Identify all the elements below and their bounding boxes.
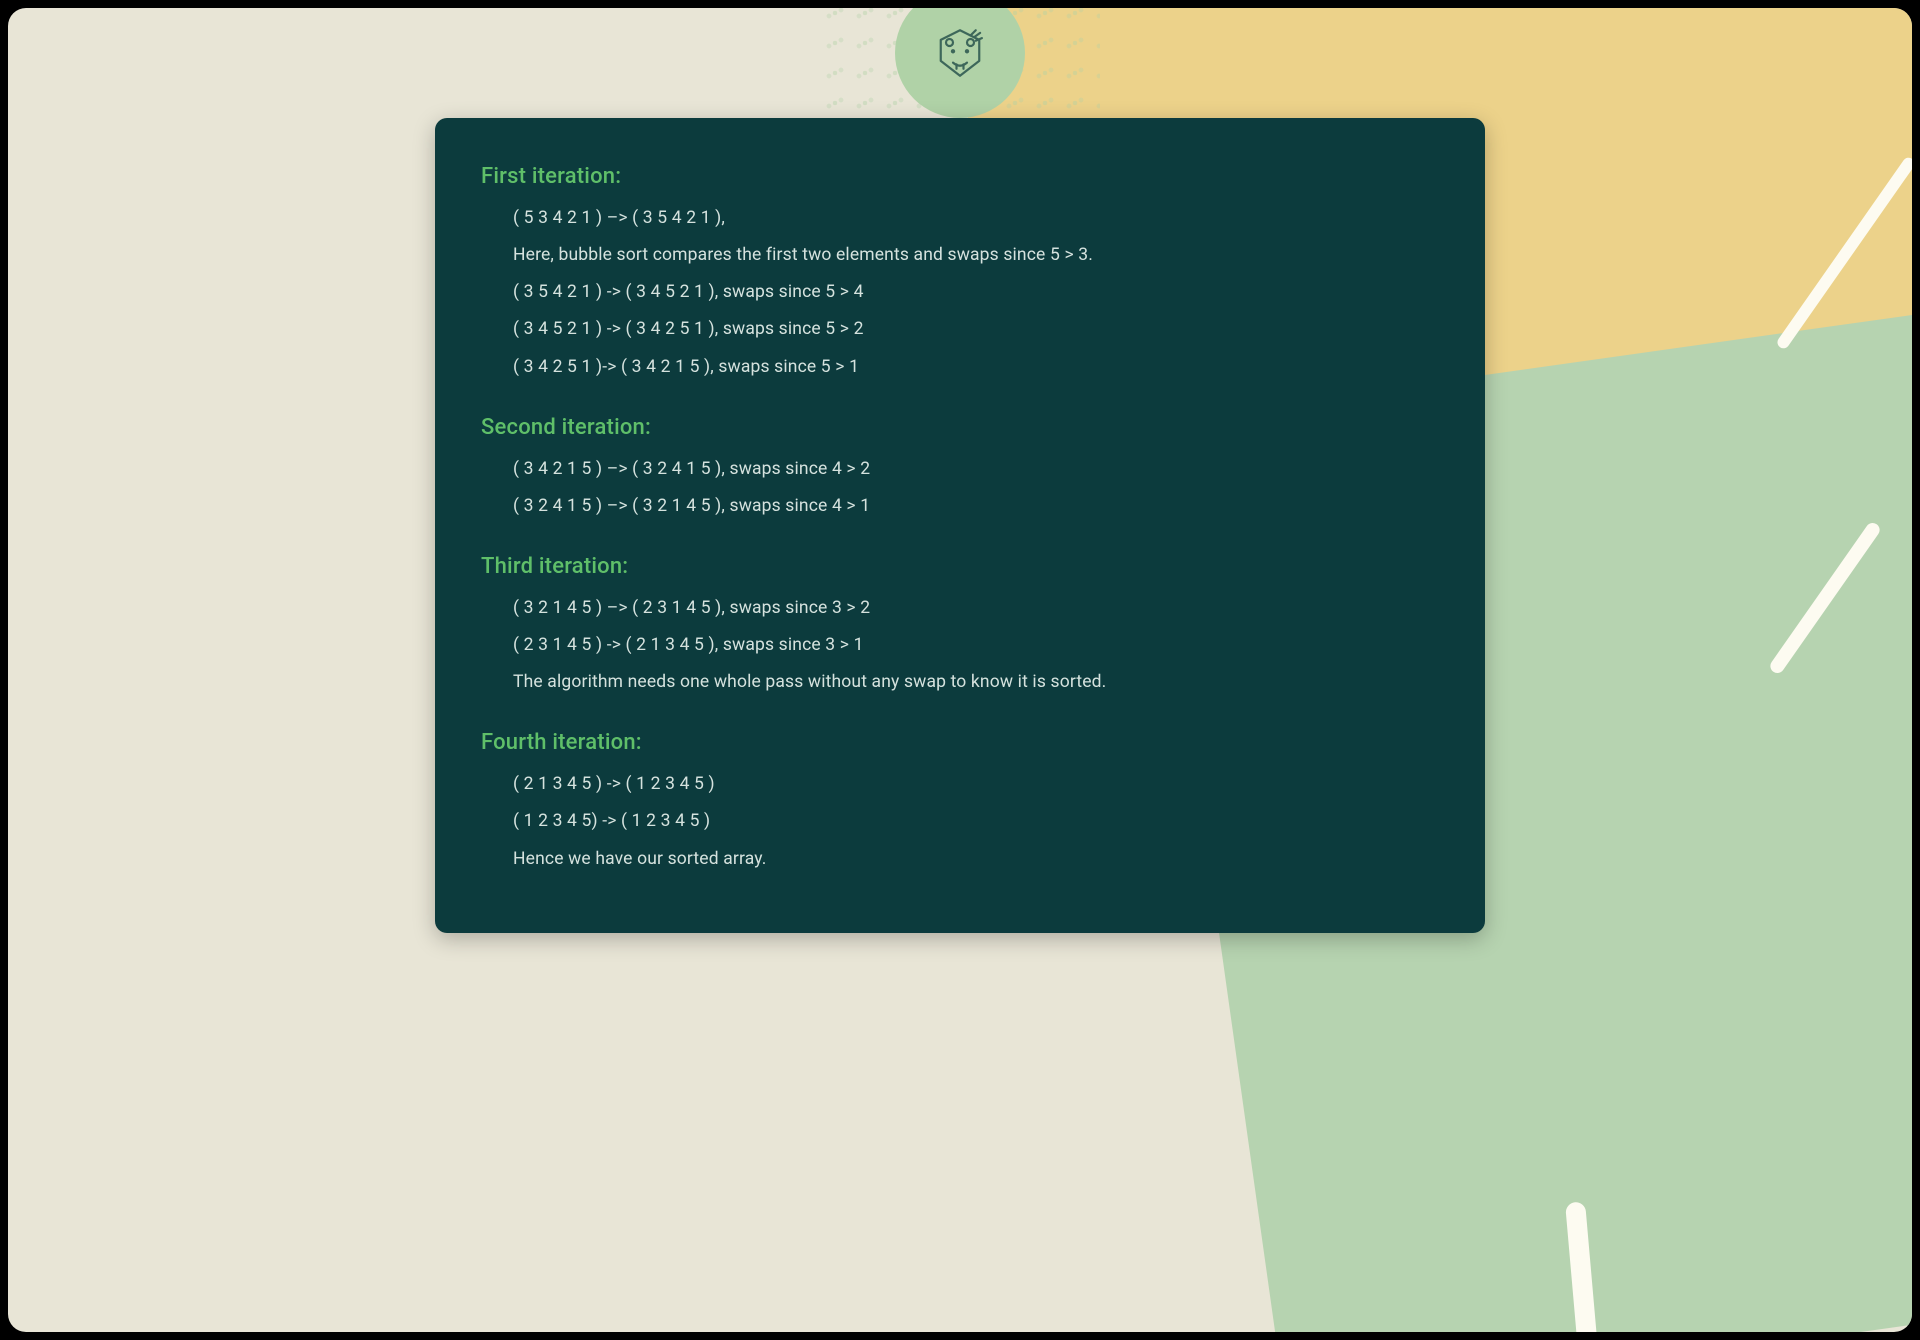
iteration-line: Here, bubble sort compares the first two… (481, 242, 1439, 269)
iteration-line: ( 3 4 2 1 5 ) –> ( 3 2 4 1 5 ), swaps si… (481, 456, 1439, 483)
iteration-line: The algorithm needs one whole pass witho… (481, 669, 1439, 696)
iteration-line: ( 2 1 3 4 5 ) -> ( 1 2 3 4 5 ) (481, 771, 1439, 798)
iteration-line: ( 5 3 4 2 1 ) –> ( 3 5 4 2 1 ), (481, 205, 1439, 232)
iteration-line: ( 3 2 1 4 5 ) –> ( 2 3 1 4 5 ), swaps si… (481, 595, 1439, 622)
iteration-block: Fourth iteration: ( 2 1 3 4 5 ) -> ( 1 2… (481, 730, 1439, 872)
iteration-heading: Third iteration: (481, 554, 1439, 579)
iteration-line: ( 3 4 5 2 1 ) -> ( 3 4 2 5 1 ), swaps si… (481, 316, 1439, 343)
iteration-block: Third iteration: ( 3 2 1 4 5 ) –> ( 2 3 … (481, 554, 1439, 696)
page-container: First iteration: ( 5 3 4 2 1 ) –> ( 3 5 … (8, 8, 1912, 1332)
iteration-block: Second iteration: ( 3 4 2 1 5 ) –> ( 3 2… (481, 415, 1439, 520)
iteration-heading: Second iteration: (481, 415, 1439, 440)
iteration-line: ( 3 2 4 1 5 ) –> ( 3 2 1 4 5 ), swaps si… (481, 493, 1439, 520)
content-card: First iteration: ( 5 3 4 2 1 ) –> ( 3 5 … (435, 118, 1485, 933)
beaver-icon (932, 25, 988, 81)
iteration-line: ( 3 5 4 2 1 ) -> ( 3 4 5 2 1 ), swaps si… (481, 279, 1439, 306)
iteration-heading: First iteration: (481, 164, 1439, 189)
iteration-line: Hence we have our sorted array. (481, 846, 1439, 873)
iteration-block: First iteration: ( 5 3 4 2 1 ) –> ( 3 5 … (481, 164, 1439, 381)
iteration-line: ( 3 4 2 5 1 )-> ( 3 4 2 1 5 ), swaps sin… (481, 354, 1439, 381)
iteration-heading: Fourth iteration: (481, 730, 1439, 755)
iteration-line: ( 1 2 3 4 5) -> ( 1 2 3 4 5 ) (481, 808, 1439, 835)
iteration-line: ( 2 3 1 4 5 ) -> ( 2 1 3 4 5 ), swaps si… (481, 632, 1439, 659)
